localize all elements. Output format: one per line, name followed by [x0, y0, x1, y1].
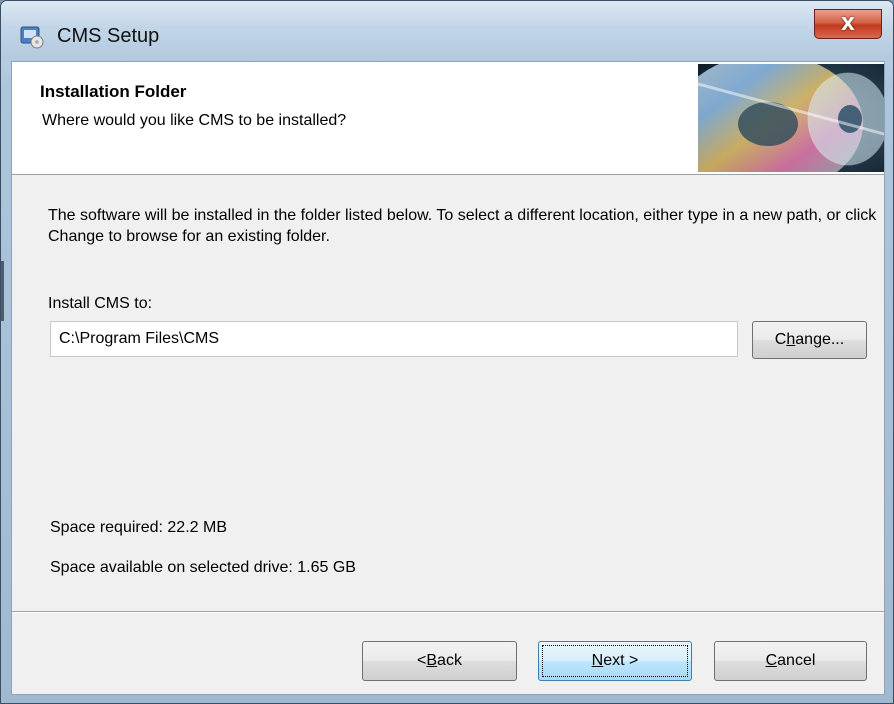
- dialog-client-area: Installation Folder Where would you like…: [11, 61, 885, 695]
- wizard-header: Installation Folder Where would you like…: [12, 62, 884, 175]
- install-path-input[interactable]: [50, 321, 738, 357]
- wizard-content: The software will be installed in the fo…: [12, 175, 884, 695]
- window-title: CMS Setup: [57, 25, 160, 47]
- title-bar[interactable]: CMS Setup X: [1, 1, 893, 61]
- page-subtitle: Where would you like CMS to be installed…: [42, 112, 347, 129]
- space-available-text: Space available on selected drive: 1.65 …: [50, 559, 356, 576]
- setup-window: CMS Setup X Installation Folder Where wo…: [0, 0, 894, 704]
- footer-separator: [12, 611, 884, 613]
- cancel-button[interactable]: Cancel: [714, 641, 867, 681]
- back-button[interactable]: < Back: [362, 641, 517, 681]
- install-description: The software will be installed in the fo…: [48, 207, 877, 245]
- install-location-label: Install CMS to:: [48, 295, 153, 312]
- close-button[interactable]: X: [814, 9, 882, 39]
- page-title: Installation Folder: [40, 82, 187, 101]
- change-button[interactable]: Ch ange...: [752, 321, 867, 359]
- focus-indicator: [542, 645, 688, 677]
- space-required-text: Space required: 22.2 MB: [50, 519, 227, 536]
- cd-disc-icon: [698, 64, 884, 172]
- setup-app-icon: [20, 26, 44, 49]
- window-edge: [1, 261, 4, 321]
- close-icon: X: [841, 13, 855, 35]
- next-button[interactable]: Next >: [538, 641, 692, 681]
